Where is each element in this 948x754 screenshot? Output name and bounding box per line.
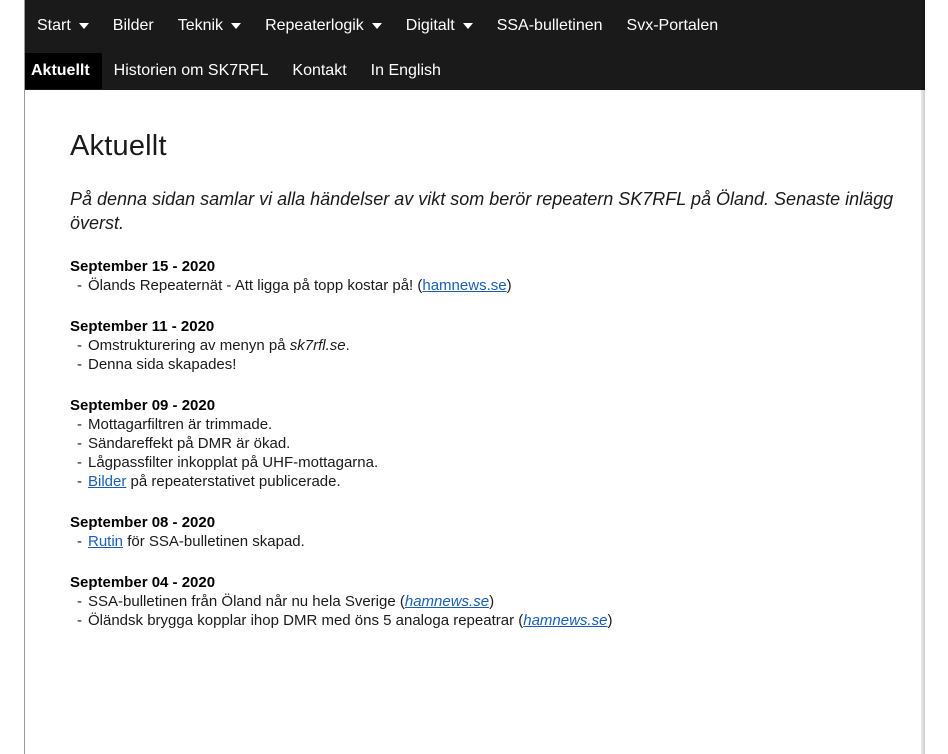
- entry-item: - Lågpassfilter inkopplat på UHF-mottagar…: [70, 453, 920, 472]
- caret-down-icon: [78, 23, 89, 29]
- entry-item: - Denna sida skapades!: [70, 355, 920, 374]
- link-hamnews-se[interactable]: hamnews.se: [405, 593, 489, 610]
- entry-items: - Ölands Repeaternät - Att ligga på topp …: [70, 276, 920, 295]
- page-intro: På denna sidan samlar vi alla händelser …: [70, 189, 894, 233]
- caret-down-icon: [371, 23, 382, 29]
- entry-item: - Ölands Repeaternät - Att ligga på topp …: [70, 276, 920, 295]
- nav-item-label: Bilder: [112, 17, 154, 34]
- browser-viewport: Start Bilder Teknik Repeaterlogik Digitalt SS…: [24, 0, 925, 754]
- item-text: SSA-bulletinen från Öland når nu hela Sv…: [88, 593, 405, 610]
- nav-item-kontakt[interactable]: Kontakt: [280, 53, 358, 89]
- link-hamnews-se[interactable]: hamnews.se: [422, 277, 506, 294]
- nav-item-teknik[interactable]: Teknik: [166, 8, 253, 44]
- link-rutin[interactable]: Rutin: [88, 533, 123, 550]
- item-text: Sändareffekt på DMR är ökad.: [88, 435, 291, 452]
- nav-item-digitalt[interactable]: Digitalt: [394, 8, 485, 44]
- entry-item: - Mottagarfiltren är trimmade.: [70, 415, 920, 434]
- nav-item-bilder[interactable]: Bilder: [101, 8, 166, 44]
- dash-bullet: -: [77, 533, 82, 550]
- dash-bullet: -: [77, 337, 82, 354]
- main-navigation: Start Bilder Teknik Repeaterlogik Digitalt SS…: [25, 0, 925, 90]
- nav-item-label: Start: [37, 17, 71, 34]
- link-hamnews-se[interactable]: hamnews.se: [523, 612, 607, 629]
- entry-item: - Bilder på repeaterstativet publicerade.: [70, 472, 920, 491]
- entry-date: September 04 - 2020: [70, 574, 216, 591]
- item-text: ): [489, 593, 495, 610]
- item-text: Ölands Repeaternät - Att ligga på topp k…: [88, 277, 423, 294]
- entry-item: - Rutin för SSA-bulletinen skapad.: [70, 532, 920, 551]
- item-text: Denna sida skapades!: [88, 356, 237, 373]
- nav-item-ssa-bulletinen[interactable]: SSA-bulletinen: [485, 8, 615, 44]
- nav-row-secondary: Aktuellt Historien om SK7RFL Kontakt In Eng…: [25, 53, 453, 89]
- entry-items: - Omstrukturering av menyn på sk7rfl.se. -…: [70, 336, 920, 374]
- nav-row-primary: Start Bilder Teknik Repeaterlogik Digitalt SS…: [25, 8, 730, 44]
- dash-bullet: -: [77, 416, 82, 433]
- entry-date: September 11 - 2020: [70, 318, 215, 335]
- entry-date: September 09 - 2020: [70, 397, 216, 414]
- nav-item-svx-portalen[interactable]: Svx-Portalen: [615, 8, 731, 44]
- nav-item-label: Digitalt: [405, 17, 455, 34]
- dash-bullet: -: [77, 277, 82, 294]
- dash-bullet: -: [77, 435, 82, 452]
- caret-down-icon: [462, 23, 473, 29]
- caret-down-icon: [231, 23, 242, 29]
- item-text: ): [607, 612, 613, 629]
- news-entry: September 04 - 2020- SSA-bulletinen från …: [70, 573, 920, 630]
- entry-item: - Sändareffekt på DMR är ökad.: [70, 434, 920, 453]
- nav-item-label: Svx-Portalen: [626, 17, 719, 34]
- dash-bullet: -: [77, 356, 82, 373]
- dash-bullet: -: [77, 612, 82, 629]
- nav-item-label: SSA-bulletinen: [496, 17, 603, 34]
- nav-item-in-english[interactable]: In English: [359, 53, 453, 89]
- nav-item-label: Repeaterlogik: [265, 17, 364, 34]
- entry-date: September 08 - 2020: [70, 514, 216, 531]
- nav-item-start[interactable]: Start: [25, 8, 101, 44]
- nav-item-historien-om-sk7rfl[interactable]: Historien om SK7RFL: [102, 53, 281, 89]
- nav-item-label: Teknik: [177, 17, 224, 34]
- nav-item-aktuellt[interactable]: Aktuellt: [25, 53, 102, 89]
- item-text: .: [345, 337, 350, 354]
- emphasis-text: sk7rfl.se: [289, 337, 346, 354]
- dash-bullet: -: [77, 454, 82, 471]
- page-title: Aktuellt: [70, 130, 167, 162]
- item-text: på repeaterstativet publicerade.: [126, 473, 341, 490]
- news-entry: September 11 - 2020- Omstrukturering av m…: [70, 317, 920, 374]
- nav-item-repeaterlogik[interactable]: Repeaterlogik: [253, 8, 394, 44]
- entry-item: - SSA-bulletinen från Öland når nu hela S…: [70, 592, 920, 611]
- dash-bullet: -: [77, 593, 82, 610]
- page-edge-shadow: [921, 0, 925, 754]
- news-entry: September 09 - 2020- Mottagarfiltren är t…: [70, 396, 920, 491]
- entry-item: - Öländsk brygga kopplar ihop DMR med öns…: [70, 611, 920, 630]
- news-entry: September 15 - 2020- Ölands Repeaternät -…: [70, 257, 920, 295]
- item-text: Omstrukturering av menyn på: [88, 337, 290, 354]
- link-text: hamnews.se: [404, 593, 490, 610]
- entry-items: - Rutin för SSA-bulletinen skapad.: [70, 532, 920, 551]
- entry-items: - Mottagarfiltren är trimmade. - Sändareffe…: [70, 415, 920, 491]
- link-text: hamnews.se: [523, 612, 608, 629]
- item-text: för SSA-bulletinen skapad.: [123, 533, 305, 550]
- item-text: ): [506, 277, 512, 294]
- news-entry: September 08 - 2020- Rutin för SSA-bullet…: [70, 513, 920, 551]
- link-bilder[interactable]: Bilder: [88, 473, 126, 490]
- dash-bullet: -: [77, 473, 82, 490]
- news-entries: September 15 - 2020- Ölands Repeaternät -…: [70, 257, 920, 630]
- item-text: Öländsk brygga kopplar ihop DMR med öns …: [88, 612, 524, 629]
- entry-date: September 15 - 2020: [70, 258, 216, 275]
- main-content: Aktuellt På denna sidan samlar vi alla h…: [70, 130, 920, 630]
- entry-item: - Omstrukturering av menyn på sk7rfl.se.: [70, 336, 920, 355]
- entry-items: - SSA-bulletinen från Öland når nu hela S…: [70, 592, 920, 630]
- item-text: Mottagarfiltren är trimmade.: [88, 416, 273, 433]
- item-text: Lågpassfilter inkopplat på UHF-mottagarn…: [88, 454, 379, 471]
